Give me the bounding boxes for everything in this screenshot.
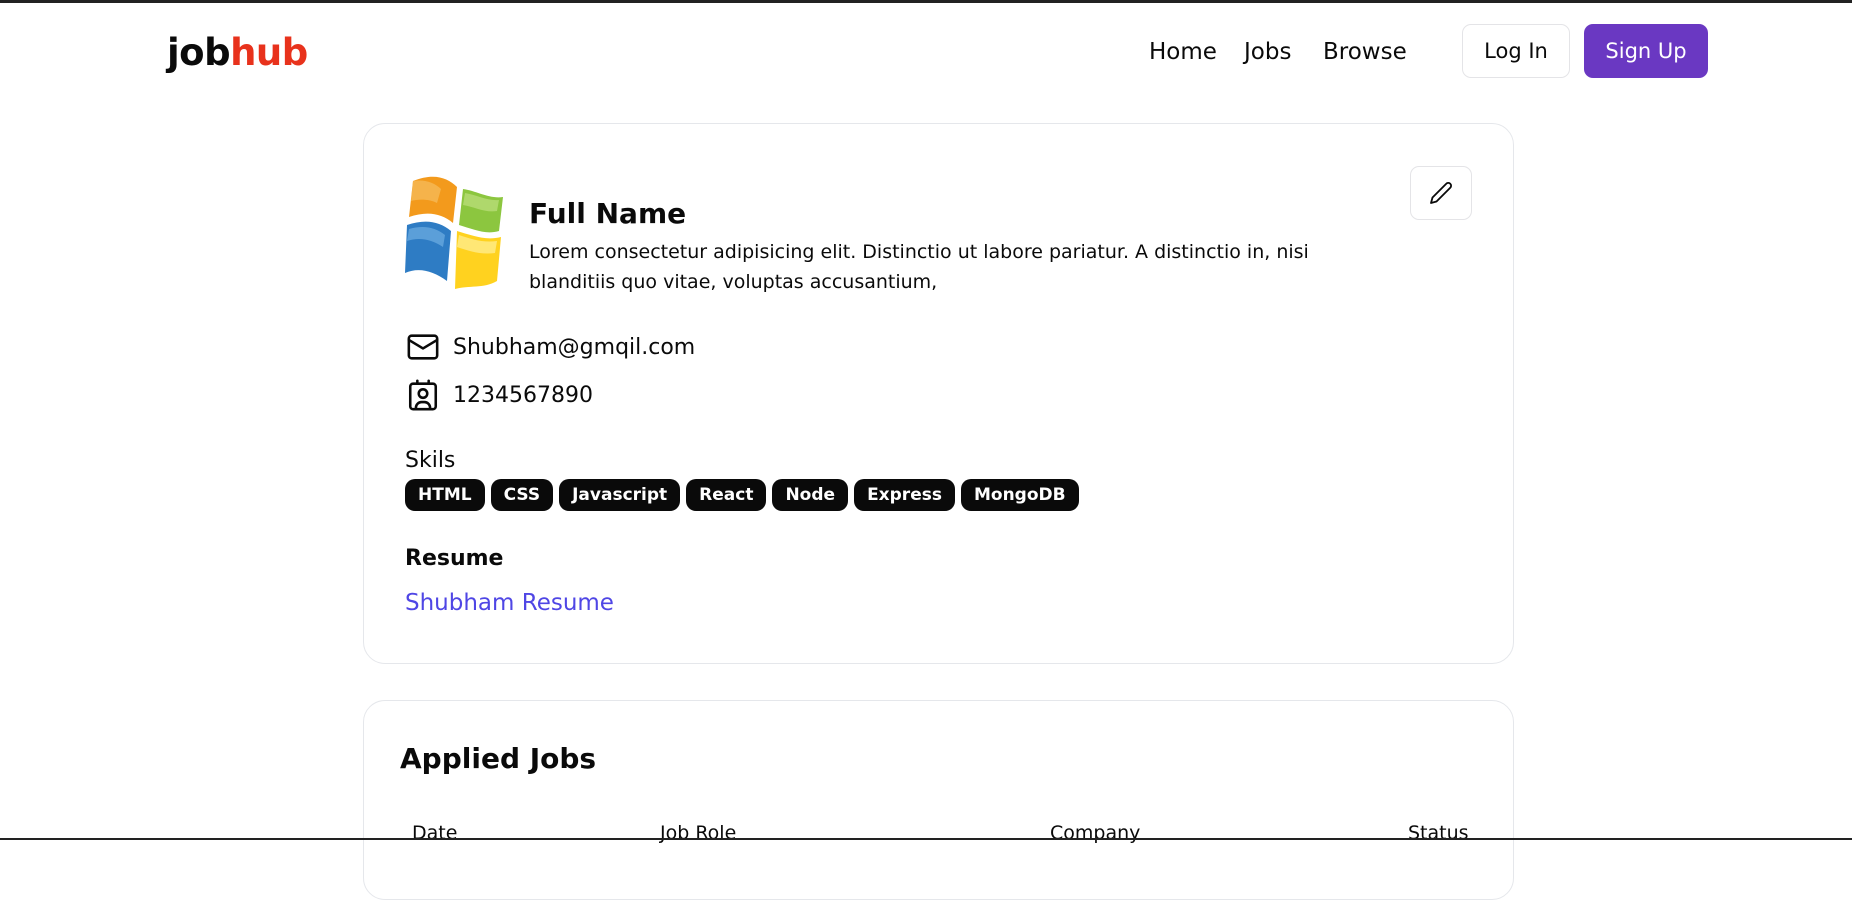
- profile-phone: 1234567890: [453, 382, 593, 408]
- signup-button[interactable]: Sign Up: [1584, 24, 1708, 78]
- window-top-border: [0, 0, 1852, 3]
- contact-icon: [405, 377, 441, 413]
- pencil-icon: [1430, 182, 1452, 204]
- profile-full-name: Full Name: [529, 197, 687, 230]
- skill-badge: React: [686, 479, 767, 511]
- resume-label: Resume: [405, 546, 504, 571]
- nav-browse[interactable]: Browse: [1323, 37, 1407, 67]
- resume-link[interactable]: Shubham Resume: [405, 588, 614, 618]
- edit-profile-button[interactable]: [1410, 166, 1472, 220]
- phone-row: 1234567890: [405, 377, 593, 413]
- skill-badge: Node: [772, 479, 849, 511]
- login-button[interactable]: Log In: [1462, 24, 1570, 78]
- windows-logo-icon: [405, 173, 505, 293]
- column-header-status: Status: [1408, 822, 1469, 844]
- profile-card: Full Name Lorem consectetur adipisicing …: [363, 123, 1514, 664]
- skills-label: Skils: [405, 448, 456, 473]
- logo-text-job: job: [167, 31, 231, 74]
- skill-badge: MongoDB: [960, 479, 1079, 511]
- mail-icon: [405, 329, 441, 365]
- column-header-company: Company: [1050, 822, 1141, 844]
- skill-badge: CSS: [490, 479, 554, 511]
- applied-jobs-title: Applied Jobs: [400, 742, 597, 775]
- skill-badge: Javascript: [559, 479, 681, 511]
- column-header-date: Date: [412, 822, 458, 844]
- email-row: Shubham@gmqil.com: [405, 329, 695, 365]
- column-header-job-role: Job Role: [660, 822, 737, 844]
- profile-bio: Lorem consectetur adipisicing elit. Dist…: [529, 241, 1309, 293]
- nav-jobs[interactable]: Jobs: [1244, 37, 1291, 67]
- skill-badge: Express: [854, 479, 955, 511]
- logo[interactable]: jobhub: [167, 30, 308, 76]
- applied-jobs-card: Applied Jobs Date Job Role Company Statu…: [363, 700, 1514, 900]
- profile-email: Shubham@gmqil.com: [453, 334, 696, 360]
- logo-text-hub: hub: [230, 31, 308, 74]
- skill-badge: HTML: [405, 479, 485, 511]
- nav-home[interactable]: Home: [1149, 37, 1217, 67]
- skills-list: HTML CSS Javascript React Node Express M…: [405, 479, 1079, 511]
